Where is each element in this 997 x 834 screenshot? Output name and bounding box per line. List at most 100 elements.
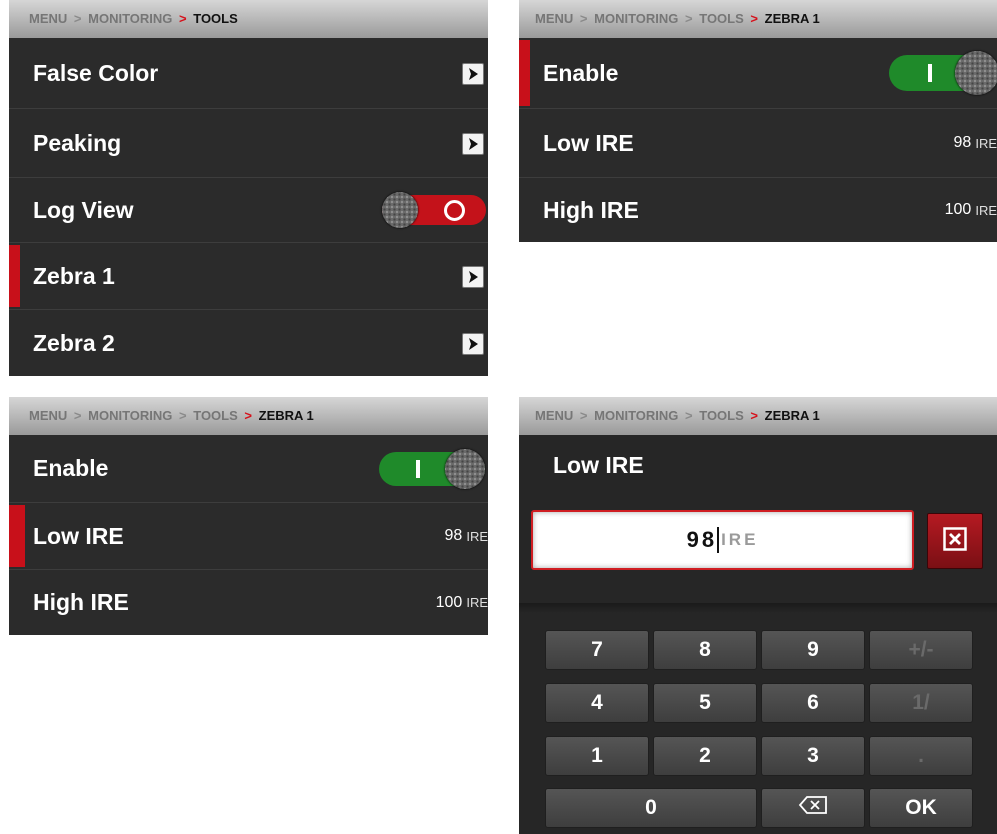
low-ire-label: Low IRE: [543, 129, 634, 156]
key-0[interactable]: 0: [545, 788, 757, 828]
breadcrumb-separator: >: [73, 408, 82, 423]
breadcrumb-current: ZEBRA 1: [764, 11, 820, 26]
high-ire-label: High IRE: [543, 196, 639, 223]
breadcrumb-menu[interactable]: MENU: [535, 408, 573, 423]
key-8[interactable]: 8: [653, 630, 757, 670]
zebra-1-panel-enable-selected: MENU > MONITORING > TOOLS > ZEBRA 1 Enab…: [519, 0, 997, 242]
menu-item-label: Log View: [33, 196, 134, 223]
enable-label: Enable: [33, 455, 109, 481]
high-ire-row[interactable]: High IRE 100 IRE: [9, 570, 488, 635]
low-ire-row[interactable]: Low IRE 98 IRE: [9, 503, 488, 570]
enable-toggle[interactable]: [889, 51, 997, 95]
low-ire-unit: IRE: [466, 528, 488, 544]
menu-item-false-color[interactable]: False Color: [9, 38, 488, 109]
high-ire-label: High IRE: [33, 589, 129, 615]
key-reciprocal[interactable]: 1/: [869, 683, 973, 723]
key-6[interactable]: 6: [761, 683, 865, 723]
low-ire-row[interactable]: Low IRE 98 IRE: [519, 109, 997, 178]
entry-unit: IRE: [721, 530, 759, 549]
breadcrumb-separator: >: [685, 11, 693, 26]
breadcrumb-separator: >: [750, 11, 758, 26]
menu-item-peaking[interactable]: Peaking: [9, 109, 488, 178]
key-7[interactable]: 7: [545, 630, 649, 670]
chevron-right-icon[interactable]: [462, 333, 484, 355]
low-ire-value: 98 IRE: [954, 109, 997, 177]
high-ire-value: 100 IRE: [436, 570, 488, 635]
low-ire-value: 98 IRE: [445, 503, 488, 569]
toggle-off-icon: [444, 200, 465, 221]
menu-item-label: Peaking: [33, 129, 122, 156]
low-ire-number: 98: [953, 134, 972, 151]
breadcrumb-current: ZEBRA 1: [258, 408, 314, 423]
enable-toggle[interactable]: [379, 448, 485, 489]
entry-text: 98 IRE: [533, 512, 912, 568]
key-4[interactable]: 4: [545, 683, 649, 723]
breadcrumb-menu[interactable]: MENU: [29, 11, 67, 26]
backspace-button[interactable]: [761, 788, 865, 828]
zebra-1-panel-low-selected: MENU > MONITORING > TOOLS > ZEBRA 1 Enab…: [9, 397, 488, 635]
breadcrumb-tools[interactable]: TOOLS: [699, 408, 744, 423]
breadcrumb-tools[interactable]: TOOLS: [193, 408, 238, 423]
high-ire-unit: IRE: [466, 595, 488, 610]
breadcrumb: MENU > MONITORING > TOOLS: [9, 0, 488, 38]
text-cursor: [717, 527, 720, 553]
enable-row[interactable]: Enable: [9, 435, 488, 503]
breadcrumb-separator: >: [685, 408, 693, 423]
breadcrumb: MENU > MONITORING > TOOLS > ZEBRA 1: [9, 397, 488, 435]
key-1[interactable]: 1: [545, 736, 649, 776]
menu-item-zebra-2[interactable]: Zebra 2: [9, 310, 488, 376]
menu-item-log-view[interactable]: Log View: [9, 178, 488, 243]
key-5[interactable]: 5: [653, 683, 757, 723]
tools-menu-panel: MENU > MONITORING > TOOLS False Color Pe…: [9, 0, 488, 376]
high-ire-unit: IRE: [975, 202, 997, 218]
log-view-toggle[interactable]: [382, 192, 486, 228]
high-ire-value: 100 IRE: [945, 178, 997, 242]
clear-button[interactable]: [927, 513, 983, 569]
value-entry-field[interactable]: 98 IRE: [531, 510, 914, 570]
key-9[interactable]: 9: [761, 630, 865, 670]
entry-value: 98: [686, 527, 718, 552]
breadcrumb-tools[interactable]: TOOLS: [699, 11, 744, 26]
low-ire-label: Low IRE: [33, 522, 124, 549]
breadcrumb-monitoring[interactable]: MONITORING: [594, 408, 678, 423]
backspace-icon: [798, 795, 828, 821]
key-2[interactable]: 2: [653, 736, 757, 776]
chevron-right-icon[interactable]: [462, 63, 484, 85]
breadcrumb-menu[interactable]: MENU: [535, 11, 573, 26]
breadcrumb-current: ZEBRA 1: [764, 408, 820, 423]
breadcrumb-separator: >: [179, 408, 187, 423]
keypad-divider: [519, 603, 997, 613]
high-ire-number: 100: [435, 593, 463, 611]
breadcrumb-monitoring[interactable]: MONITORING: [594, 11, 678, 26]
key-3[interactable]: 3: [761, 736, 865, 776]
menu-item-zebra-1[interactable]: Zebra 1: [9, 243, 488, 310]
toggle-knob[interactable]: [955, 51, 997, 95]
breadcrumb-separator: >: [579, 408, 588, 423]
toggle-knob[interactable]: [382, 192, 418, 228]
ok-button[interactable]: OK: [869, 788, 973, 828]
chevron-right-icon[interactable]: [462, 266, 484, 288]
keypad-title: Low IRE: [553, 452, 644, 478]
breadcrumb-separator: >: [73, 11, 82, 26]
selection-indicator: [9, 505, 25, 567]
toggle-knob[interactable]: [445, 448, 485, 489]
breadcrumb-menu[interactable]: MENU: [29, 408, 67, 423]
key-decimal[interactable]: .: [869, 736, 973, 776]
breadcrumb-separator: >: [750, 408, 758, 423]
breadcrumb-separator: >: [244, 408, 252, 423]
high-ire-row[interactable]: High IRE 100 IRE: [519, 178, 997, 242]
breadcrumb: MENU > MONITORING > TOOLS > ZEBRA 1: [519, 397, 997, 435]
low-ire-keypad-panel: MENU > MONITORING > TOOLS > ZEBRA 1 Low …: [519, 397, 997, 834]
breadcrumb-current: TOOLS: [193, 11, 238, 26]
breadcrumb-separator: >: [179, 11, 187, 26]
breadcrumb-monitoring[interactable]: MONITORING: [88, 11, 172, 26]
chevron-right-icon[interactable]: [462, 133, 484, 155]
breadcrumb-monitoring[interactable]: MONITORING: [88, 408, 172, 423]
key-plus-minus[interactable]: +/-: [869, 630, 973, 670]
breadcrumb-separator: >: [579, 11, 588, 26]
low-ire-number: 98: [444, 527, 463, 544]
breadcrumb: MENU > MONITORING > TOOLS > ZEBRA 1: [519, 0, 997, 38]
clear-x-icon: [943, 526, 967, 556]
enable-row[interactable]: Enable: [519, 38, 997, 109]
enable-label: Enable: [543, 59, 619, 86]
